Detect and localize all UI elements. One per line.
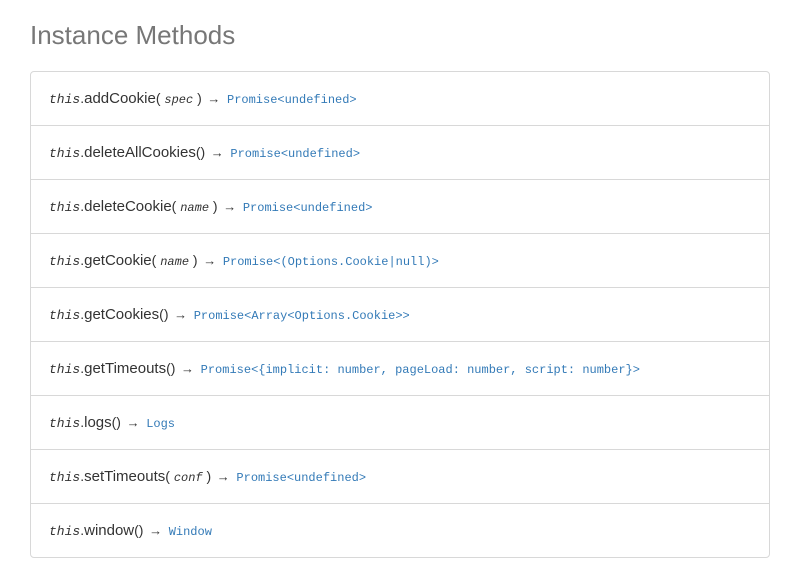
method-name: getTimeouts <box>84 360 166 377</box>
method-row[interactable]: this.getCookies() → Promise<Array<Option… <box>31 288 769 342</box>
this-keyword: this <box>49 200 80 215</box>
method-row[interactable]: this.setTimeouts( conf ) → Promise<undef… <box>31 450 769 504</box>
method-name: setTimeouts <box>84 468 165 485</box>
this-keyword: this <box>49 470 80 485</box>
arrow-icon: → <box>145 523 165 538</box>
doc-container: Instance Methods this.addCookie( spec ) … <box>0 0 800 588</box>
method-row[interactable]: this.logs() → Logs <box>31 396 769 450</box>
method-row[interactable]: this.window() → Window <box>31 504 769 557</box>
section-title: Instance Methods <box>30 20 770 51</box>
arrow-icon: → <box>207 145 227 160</box>
return-type-link[interactable]: Promise<undefined> <box>236 471 366 485</box>
method-name: getCookie <box>84 252 152 269</box>
method-name: window <box>84 522 134 539</box>
method-row[interactable]: this.getCookie( name ) → Promise<(Option… <box>31 234 769 288</box>
arrow-icon: → <box>170 307 190 322</box>
method-name: addCookie <box>84 90 156 107</box>
method-param: name <box>180 201 209 215</box>
return-type-link[interactable]: Promise<Array<Options.Cookie>> <box>194 309 410 323</box>
this-keyword: this <box>49 416 80 431</box>
this-keyword: this <box>49 362 80 377</box>
return-type-link[interactable]: Promise<undefined> <box>227 93 357 107</box>
return-type-link[interactable]: Promise<undefined> <box>230 147 360 161</box>
this-keyword: this <box>49 308 80 323</box>
method-param: name <box>160 255 189 269</box>
return-type-link[interactable]: Promise<{implicit: number, pageLoad: num… <box>201 363 640 377</box>
arrow-icon: → <box>220 199 240 214</box>
return-type-link[interactable]: Promise<undefined> <box>243 201 373 215</box>
this-keyword: this <box>49 146 80 161</box>
method-row[interactable]: this.getTimeouts() → Promise<{implicit: … <box>31 342 769 396</box>
arrow-icon: → <box>123 415 143 430</box>
arrow-icon: → <box>200 253 220 268</box>
arrow-icon: → <box>213 469 233 484</box>
this-keyword: this <box>49 92 80 107</box>
this-keyword: this <box>49 524 80 539</box>
this-keyword: this <box>49 254 80 269</box>
return-type-link[interactable]: Window <box>169 525 212 539</box>
method-name: getCookies <box>84 306 159 323</box>
method-param: conf <box>174 471 203 485</box>
arrow-icon: → <box>204 91 224 106</box>
method-row[interactable]: this.deleteAllCookies() → Promise<undefi… <box>31 126 769 180</box>
arrow-icon: → <box>177 361 197 376</box>
method-name: deleteAllCookies <box>84 144 196 161</box>
method-row[interactable]: this.deleteCookie( name ) → Promise<unde… <box>31 180 769 234</box>
return-type-link[interactable]: Promise<(Options.Cookie|null)> <box>223 255 439 269</box>
return-type-link[interactable]: Logs <box>146 417 175 431</box>
method-name: logs <box>84 414 112 431</box>
method-row[interactable]: this.addCookie( spec ) → Promise<undefin… <box>31 72 769 126</box>
method-list: this.addCookie( spec ) → Promise<undefin… <box>30 71 770 558</box>
method-name: deleteCookie <box>84 198 172 215</box>
method-param: spec <box>164 93 193 107</box>
